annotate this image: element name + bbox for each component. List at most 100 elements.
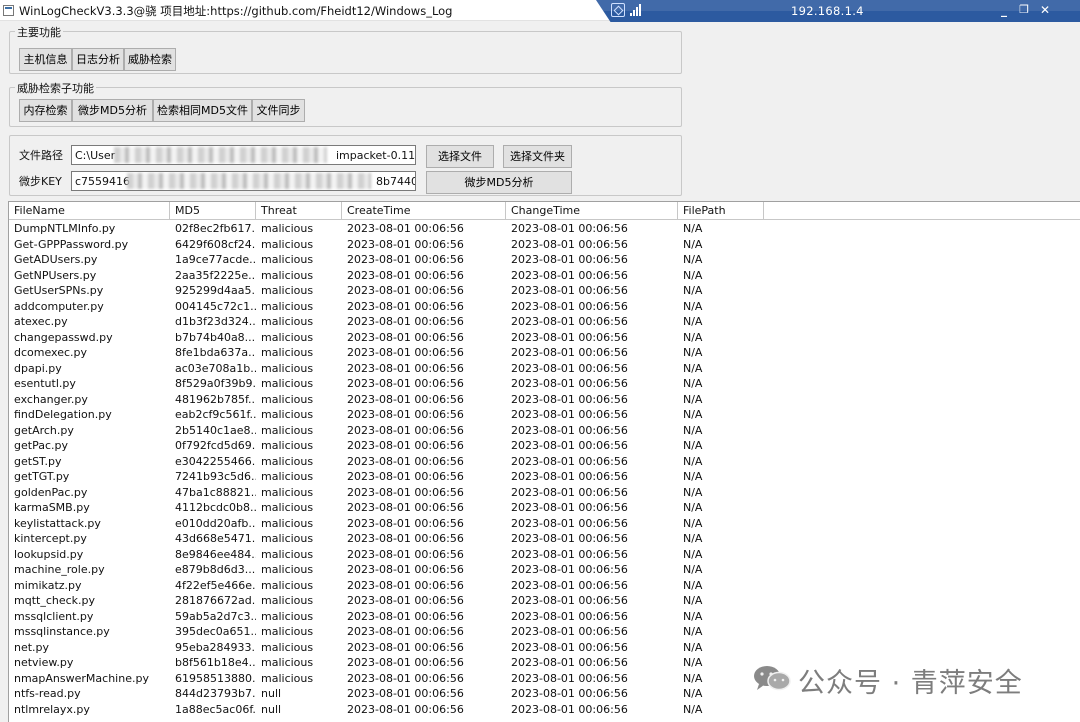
- close-icon[interactable]: ✕: [1037, 2, 1053, 18]
- table-row[interactable]: DumpNTLMInfo.py 02f8ec2fb617... malicious 2…: [9, 221, 1080, 237]
- minimize-icon[interactable]: _: [996, 2, 1012, 18]
- table-row[interactable]: esentutl.py 8f529a0f39b9... malicious 2023-…: [9, 376, 1080, 392]
- cell-threat: malicious: [261, 284, 314, 297]
- select-file-button[interactable]: 选择文件: [426, 145, 494, 168]
- cell-threat: malicious: [261, 423, 314, 437]
- table-row[interactable]: kintercept.py 43d668e5471... malicious 2023…: [9, 531, 1080, 547]
- cell-createtime: 2023-08-01 00:06:56: [347, 377, 464, 390]
- cell-createtime: 2023-08-01 00:06:56: [347, 284, 464, 297]
- cell-createtime: 2023-08-01 00:06:56: [347, 594, 464, 607]
- table-row[interactable]: atexec.py d1b3f23d324... malicious 2023-08-…: [9, 314, 1080, 330]
- cell-changetime: 2023-08-01 00:06:56: [511, 253, 628, 266]
- log-analysis-button[interactable]: 日志分析: [72, 48, 124, 71]
- column-header-filepath[interactable]: FilePath: [678, 202, 764, 220]
- file-path-input[interactable]: C:\User impacket-0.11.0: [71, 145, 416, 165]
- cell-createtime: 2023-08-01 00:06:56: [347, 609, 464, 623]
- cell-filename: goldenPac.py: [14, 485, 88, 499]
- cell-changetime: 2023-08-01 00:06:56: [511, 687, 628, 700]
- api-key-input[interactable]: c7559416 8b7440: [71, 171, 416, 191]
- cell-threat: malicious: [261, 392, 314, 406]
- table-row[interactable]: getPac.py 0f792fcd5d69... malicious 2023-08…: [9, 438, 1080, 454]
- md5-analysis-button[interactable]: 微步MD5分析: [72, 99, 153, 122]
- table-row[interactable]: keylistattack.py e010dd20afb... malicious 2…: [9, 516, 1080, 532]
- cell-md5: 1a88ec5ac06f...: [175, 702, 256, 716]
- cell-createtime: 2023-08-01 00:06:56: [347, 532, 464, 545]
- cell-threat: malicious: [261, 625, 314, 638]
- cell-threat: malicious: [261, 547, 314, 561]
- cell-createtime: 2023-08-01 00:06:56: [347, 470, 464, 483]
- cell-changetime: 2023-08-01 00:06:56: [511, 656, 628, 669]
- cell-createtime: 2023-08-01 00:06:56: [347, 423, 464, 437]
- cell-filepath: N/A: [683, 222, 703, 235]
- cell-filepath: N/A: [683, 578, 703, 592]
- cell-filename: mimikatz.py: [14, 578, 82, 592]
- column-header-filename[interactable]: FileName: [9, 202, 170, 220]
- cell-createtime: 2023-08-01 00:06:56: [347, 315, 464, 328]
- cell-changetime: 2023-08-01 00:06:56: [511, 532, 628, 545]
- cell-md5: 281876672ad...: [175, 594, 256, 607]
- table-row[interactable]: dpapi.py ac03e708a1b... malicious 2023-08-0…: [9, 361, 1080, 377]
- cell-createtime: 2023-08-01 00:06:56: [347, 222, 464, 235]
- table-row[interactable]: mqtt_check.py 281876672ad... malicious 2023…: [9, 593, 1080, 609]
- cell-filepath: N/A: [683, 547, 703, 561]
- column-header-threat[interactable]: Threat: [256, 202, 342, 220]
- table-row[interactable]: getST.py e3042255466... malicious 2023-08-0…: [9, 454, 1080, 470]
- file-sync-button[interactable]: 文件同步: [252, 99, 305, 122]
- same-md5-search-button[interactable]: 检索相同MD5文件: [153, 99, 252, 122]
- column-header-createtime[interactable]: CreateTime: [342, 202, 506, 220]
- cell-md5: 481962b785f...: [175, 392, 256, 406]
- cell-threat: malicious: [261, 315, 314, 328]
- table-row[interactable]: addcomputer.py 004145c72c1... malicious 202…: [9, 299, 1080, 315]
- file-form-group: 文件路径 C:\User impacket-0.11.0 选择文件 选择文件夹 …: [9, 135, 682, 196]
- table-row[interactable]: changepasswd.py b7b74b40a8... malicious 202…: [9, 330, 1080, 346]
- table-row[interactable]: getTGT.py 7241b93c5d6... malicious 2023-08-…: [9, 469, 1080, 485]
- cell-filename: getTGT.py: [14, 470, 70, 483]
- table-row[interactable]: ntlmrelayx.py 1a88ec5ac06f... null 2023-08-…: [9, 702, 1080, 718]
- cell-filepath: N/A: [683, 361, 703, 375]
- table-row[interactable]: GetNPUsers.py 2aa35f2225e... malicious 2023…: [9, 268, 1080, 284]
- main-functions-group: 主要功能 主机信息 日志分析 威胁检索: [9, 24, 682, 74]
- memory-search-button[interactable]: 内存检索: [19, 99, 72, 122]
- pin-icon[interactable]: [611, 3, 625, 17]
- table-row[interactable]: getArch.py 2b5140c1ae8... malicious 2023-08…: [9, 423, 1080, 439]
- restore-icon[interactable]: ❐: [1016, 2, 1032, 18]
- cell-changetime: 2023-08-01 00:06:56: [511, 423, 628, 437]
- cell-filename: dcomexec.py: [14, 346, 88, 359]
- table-row[interactable]: mssqlclient.py 59ab5a2d7c3... malicious 202…: [9, 609, 1080, 625]
- cell-filename: GetUserSPNs.py: [14, 284, 104, 297]
- md5-analyze-button[interactable]: 微步MD5分析: [426, 171, 572, 194]
- table-row[interactable]: lookupsid.py 8e9846ee484... malicious 2023-…: [9, 547, 1080, 563]
- cell-filename: DumpNTLMInfo.py: [14, 222, 116, 235]
- table-row[interactable]: net.py 95eba284933... malicious 2023-08-01 …: [9, 640, 1080, 656]
- table-row[interactable]: dcomexec.py 8fe1bda637a... malicious 2023-0…: [9, 345, 1080, 361]
- table-row[interactable]: GetADUsers.py 1a9ce77acde... malicious 2023…: [9, 252, 1080, 268]
- cell-changetime: 2023-08-01 00:06:56: [511, 547, 628, 561]
- cell-md5: 844d23793b7...: [175, 687, 256, 700]
- cell-md5: 4112bcdc0b8...: [175, 501, 256, 514]
- table-row[interactable]: karmaSMB.py 4112bcdc0b8... malicious 2023-0…: [9, 500, 1080, 516]
- table-row[interactable]: Get-GPPPassword.py 6429f608cf24... malicio…: [9, 237, 1080, 253]
- cell-filepath: N/A: [683, 485, 703, 499]
- table-row[interactable]: findDelegation.py eab2cf9c561f... maliciou…: [9, 407, 1080, 423]
- host-info-button[interactable]: 主机信息: [19, 48, 72, 71]
- cell-filepath: N/A: [683, 516, 703, 530]
- wechat-icon: [754, 666, 791, 691]
- cell-filepath: N/A: [683, 625, 703, 638]
- cell-createtime: 2023-08-01 00:06:56: [347, 299, 464, 313]
- table-row[interactable]: GetUserSPNs.py 925299d4aa5... malicious 202…: [9, 283, 1080, 299]
- table-row[interactable]: mimikatz.py 4f22ef5e466e... malicious 2023-…: [9, 578, 1080, 594]
- results-table[interactable]: FileName MD5 Threat CreateTime ChangeTim…: [8, 201, 1080, 722]
- select-folder-button[interactable]: 选择文件夹: [503, 145, 572, 168]
- cell-changetime: 2023-08-01 00:06:56: [511, 454, 628, 468]
- threat-search-button[interactable]: 威胁检索: [124, 48, 176, 71]
- cell-changetime: 2023-08-01 00:06:56: [511, 625, 628, 638]
- table-row[interactable]: machine_role.py e879b8d6d3... malicious 202…: [9, 562, 1080, 578]
- file-path-suffix: impacket-0.11.0: [336, 149, 416, 162]
- cell-changetime: 2023-08-01 00:06:56: [511, 284, 628, 297]
- table-row[interactable]: exchanger.py 481962b785f... malicious 2023-…: [9, 392, 1080, 408]
- column-header-md5[interactable]: MD5: [170, 202, 256, 220]
- table-row[interactable]: mssqlinstance.py 395dec0a651... malicious 2…: [9, 624, 1080, 640]
- table-row[interactable]: goldenPac.py 47ba1c88821... malicious 2023-…: [9, 485, 1080, 501]
- cell-changetime: 2023-08-01 00:06:56: [511, 640, 628, 654]
- column-header-changetime[interactable]: ChangeTime: [506, 202, 678, 220]
